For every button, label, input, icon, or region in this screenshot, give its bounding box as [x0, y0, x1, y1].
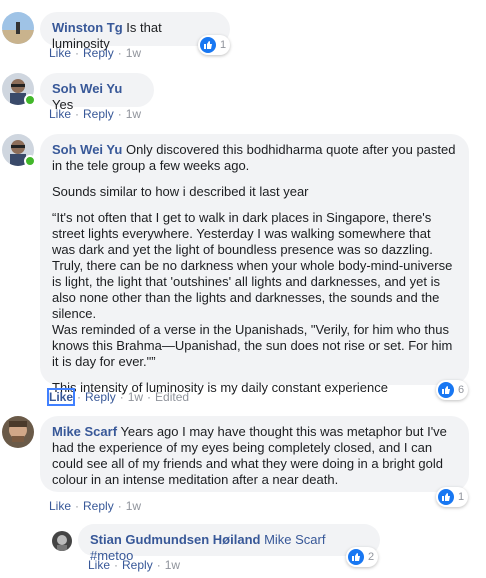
like-link[interactable]: Like [49, 499, 71, 513]
reply-link[interactable]: Reply [122, 558, 153, 572]
mention-link[interactable]: Mike Scarf [264, 532, 325, 547]
reaction-count[interactable]: 1 [436, 487, 469, 507]
thumbs-up-icon [438, 382, 454, 398]
comment-actions: Like · Reply · 1w [88, 558, 181, 572]
reaction-count[interactable]: 6 [436, 380, 469, 400]
comment-bubble: Mike Scarf Years ago I may have thought … [40, 416, 469, 492]
reply-link[interactable]: Reply [85, 390, 116, 404]
comment-author[interactable]: Soh Wei Yu [52, 81, 122, 96]
timestamp[interactable]: 1w [126, 499, 141, 513]
comment-paragraph: Was reminded of a verse in the Upanishad… [52, 322, 453, 369]
reply-link[interactable]: Reply [83, 499, 114, 513]
reaction-count[interactable]: 1 [198, 35, 231, 55]
reaction-count[interactable]: 2 [346, 547, 379, 567]
comment-paragraph: “It's not often that I get to walk in da… [52, 210, 453, 321]
thumbs-up-icon [438, 489, 454, 505]
avatar[interactable] [2, 416, 34, 448]
comment-author[interactable]: Soh Wei Yu [52, 142, 122, 157]
comment-paragraph: Sounds similar to how i described it las… [52, 184, 309, 199]
comment-actions: Like · Reply · 1w [49, 46, 142, 60]
like-link[interactable]: Like [46, 388, 76, 406]
comment-actions: Like · Reply · 1w · Edited [46, 388, 190, 406]
like-link[interactable]: Like [88, 558, 110, 572]
timestamp[interactable]: 1w [126, 46, 141, 60]
reply-bubble: Stian Gudmundsen Høiland Mike Scarf #met… [78, 524, 380, 563]
timestamp[interactable]: 1w [165, 558, 180, 572]
comment-bubble: Soh Wei Yu Only discovered this bodhidha… [40, 134, 469, 395]
timestamp[interactable]: 1w [128, 390, 143, 404]
avatar[interactable] [52, 531, 72, 551]
timestamp[interactable]: 1w [126, 107, 141, 121]
comment-actions: Like · Reply · 1w [49, 499, 142, 513]
thumbs-up-icon [200, 37, 216, 53]
like-link[interactable]: Like [49, 46, 71, 60]
avatar[interactable] [2, 12, 34, 44]
comment-bubble: Soh Wei Yu Yes [40, 73, 154, 112]
comment-actions: Like · Reply · 1w [49, 107, 142, 121]
thumbs-up-icon [348, 549, 364, 565]
online-status-dot [24, 94, 36, 106]
reply-link[interactable]: Reply [83, 46, 114, 60]
comment-author[interactable]: Mike Scarf [52, 424, 117, 439]
online-status-dot [24, 155, 36, 167]
reply-link[interactable]: Reply [83, 107, 114, 121]
edited-label[interactable]: Edited [155, 390, 189, 404]
comment-author[interactable]: Winston Tg [52, 20, 123, 35]
comment-author[interactable]: Stian Gudmundsen Høiland [90, 532, 260, 547]
like-link[interactable]: Like [49, 107, 71, 121]
